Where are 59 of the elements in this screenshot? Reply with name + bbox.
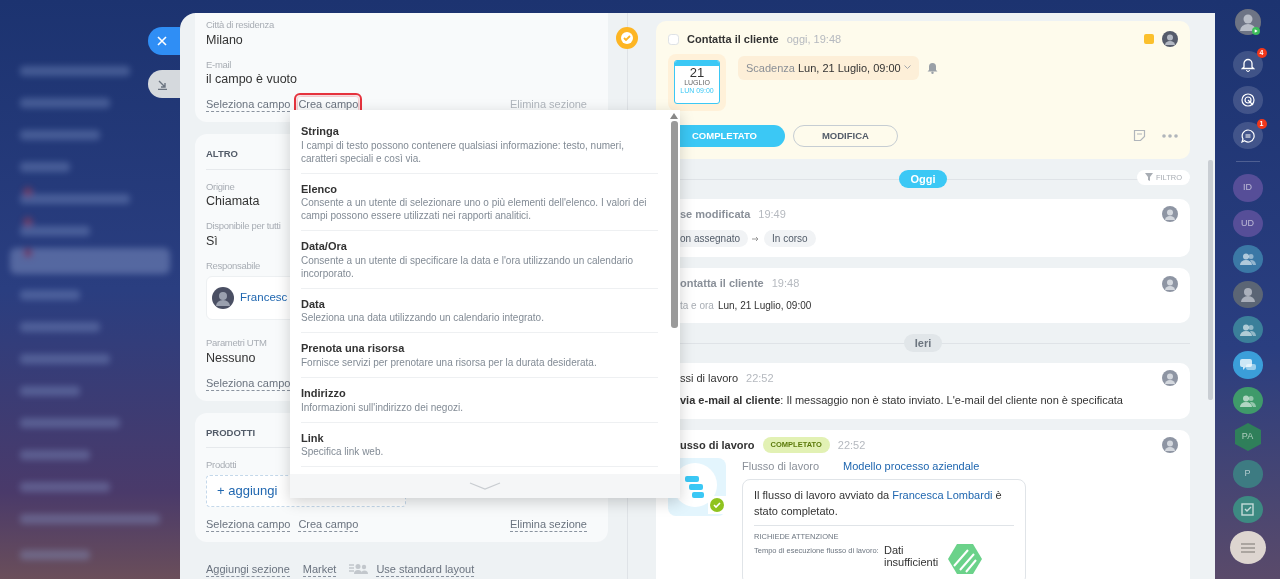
entry-time: 22:52 — [837, 437, 866, 453]
add-link[interactable]: + aggiungi — [217, 482, 278, 498]
menu-item[interactable]: Link Specifica link web. — [301, 422, 658, 468]
user-link[interactable]: Francesca Lombardi — [892, 488, 993, 501]
field-action-link[interactable]: Crea campo — [298, 516, 359, 532]
attention-value: Dati insufficienti — [884, 544, 940, 568]
footer-link[interactable]: Market — [302, 561, 337, 577]
message-text: via e-mail al cliente: Il messaggio non è stato inviato. L'e-mail del cliente non è specificata — [680, 393, 1124, 409]
entry-time: 19:49 — [758, 206, 786, 222]
delete-section-link[interactable]: Elimina sezione — [509, 516, 587, 532]
field-value: il campo è vuoto — [206, 71, 298, 89]
detail-value: Lun, 21 Luglio, 09:00 — [717, 298, 812, 313]
contact-avatar[interactable]: ID — [1232, 174, 1263, 202]
menu-item[interactable]: Stringa I campi di testo possono contenere qualsiasi informazione: testo, numeri, caratteri speciali e così via. — [301, 116, 658, 174]
contact-initials: PA — [1240, 430, 1255, 444]
field-value: Milano — [206, 31, 243, 49]
contact-avatar[interactable]: UD — [1232, 209, 1263, 238]
field-label: Responsabile — [206, 258, 260, 272]
field-label: Origine — [206, 179, 235, 193]
field-label: Disponibile per tutti — [206, 219, 281, 233]
template-link[interactable]: Modello processo aziendale — [843, 458, 980, 475]
deadline-label: Scadenza — [746, 60, 795, 76]
stage-tag: In corso — [764, 230, 816, 248]
result-text: Il flusso di lavoro avviato da Francesca Lombardi è stato completato. — [754, 487, 1003, 520]
field-action-link[interactable]: Seleziona campo — [206, 97, 291, 113]
layout-link[interactable]: Use standard layout — [376, 561, 475, 577]
entry-title: ssi di lavoro — [680, 370, 739, 386]
contact-avatar[interactable]: P — [1232, 460, 1263, 488]
detail-label: ta e ora — [680, 298, 714, 313]
field-label: Prodotti — [206, 458, 237, 472]
menu-item[interactable]: Data Seleziona una data utilizzando un calendario integrato. — [301, 288, 658, 334]
entry-title: ontatta il cliente — [680, 276, 764, 292]
field-value: Nessuno — [206, 349, 256, 367]
person-link[interactable]: Francesc — [240, 291, 288, 306]
menu-item[interactable]: Data/Ora Consente a un utente di specificare la data e l'ora utilizzando un calendario incorporato. — [301, 231, 658, 289]
deadline-value: Lun, 21 Luglio, 09:00 — [797, 60, 901, 76]
entry-time: 22:52 — [746, 370, 774, 386]
menu-item[interactable]: Prenota una risorsa Fornisce servizi per prenotare una risorsa per la durata desiderata. — [301, 333, 658, 378]
menu-item[interactable]: Elenco Consente a un utente di selezionare uno o più elementi dell'elenco. I valori dei campi possono essere utilizzati nei rapporti analitici. — [301, 173, 658, 232]
link-label: Flusso di lavoro — [742, 459, 820, 475]
field-value: Chiamata — [206, 193, 260, 211]
menu-item[interactable]: Indirizzo Informazioni sull'indirizzo dei negozi. — [301, 377, 658, 423]
field-action-link[interactable]: Seleziona campo — [206, 516, 291, 532]
task-title: Contatta il cliente — [687, 32, 779, 47]
deadline-dropdown[interactable]: Scadenza Lun, 21 Luglio, 09:00 — [738, 55, 919, 80]
entry-title: se modificata — [680, 206, 751, 222]
field-value: Sì — [206, 232, 218, 250]
task-time: oggi, 19:48 — [786, 32, 842, 47]
field-label: E-mail — [206, 57, 232, 71]
section-title: PRODOTTI — [206, 426, 256, 439]
entry-time: 19:48 — [771, 276, 800, 292]
entry-title: usso di lavoro — [680, 437, 755, 453]
day-separator: Oggi — [899, 169, 947, 188]
section-title: ALTRO — [206, 148, 238, 160]
field-label: Città di residenza — [206, 18, 274, 31]
footer-link[interactable]: Aggiungi sezione — [206, 561, 290, 577]
calendar-day: 21 — [675, 66, 719, 79]
field-label: Parametri UTM — [206, 336, 267, 350]
day-separator: Ieri — [903, 333, 943, 352]
